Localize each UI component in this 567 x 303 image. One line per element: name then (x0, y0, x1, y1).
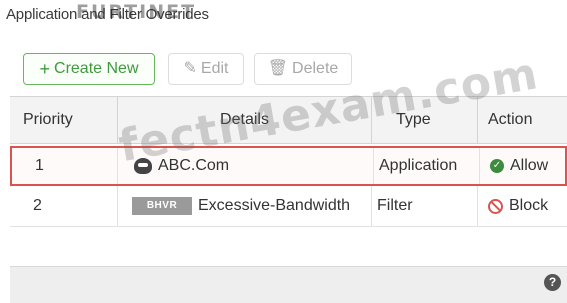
edit-button[interactable]: ✎ Edit (168, 53, 244, 85)
row-details: ABC.Com (120, 148, 374, 184)
delete-button[interactable]: 🗑 Delete (254, 53, 352, 85)
category-badge: BHVR (132, 197, 192, 215)
create-new-label: Create New (54, 60, 139, 77)
table-footer: ? (10, 266, 567, 303)
row-divider (10, 226, 567, 227)
brand-logo: FURTINET (76, 1, 197, 23)
table-row[interactable]: 1 ABC.Com Application ✓ Allow (10, 146, 567, 186)
create-new-button[interactable]: + Create New (23, 53, 155, 85)
column-header-action[interactable]: Action (478, 97, 567, 143)
row-action-text: Allow (510, 157, 549, 174)
block-icon (488, 198, 503, 214)
overrides-table: Priority Details Type Action 1 ABC.Com A… (10, 96, 567, 303)
toolbar: + Create New ✎ Edit 🗑 Delete (0, 40, 567, 96)
plus-icon: + (39, 59, 51, 79)
table-row[interactable]: 2 BHVR Excessive-Bandwidth Filter Block (10, 186, 567, 226)
trash-icon: 🗑 (267, 60, 289, 77)
title-bar: Application and Filter Overrides FURTINE… (0, 0, 567, 40)
row-priority: 2 (10, 186, 118, 226)
row-action: ✓ Allow (480, 148, 567, 184)
check-circle-icon: ✓ (490, 159, 504, 173)
row-action: Block (478, 186, 567, 226)
column-header-priority[interactable]: Priority (10, 97, 118, 143)
delete-label: Delete (292, 60, 339, 77)
table-header: Priority Details Type Action (10, 96, 567, 144)
column-header-type[interactable]: Type (372, 97, 478, 143)
row-priority: 1 (10, 148, 118, 184)
row-type: Application (374, 148, 480, 184)
row-details-text: ABC.Com (158, 157, 230, 174)
row-details: BHVR Excessive-Bandwidth (118, 186, 372, 226)
pencil-icon: ✎ (183, 60, 197, 77)
application-icon (134, 158, 152, 174)
row-details-text: Excessive-Bandwidth (198, 197, 351, 214)
help-icon[interactable]: ? (544, 274, 561, 291)
row-type: Filter (372, 186, 478, 226)
column-header-details[interactable]: Details (118, 97, 372, 143)
row-action-text: Block (509, 197, 549, 214)
edit-label: Edit (200, 60, 229, 77)
